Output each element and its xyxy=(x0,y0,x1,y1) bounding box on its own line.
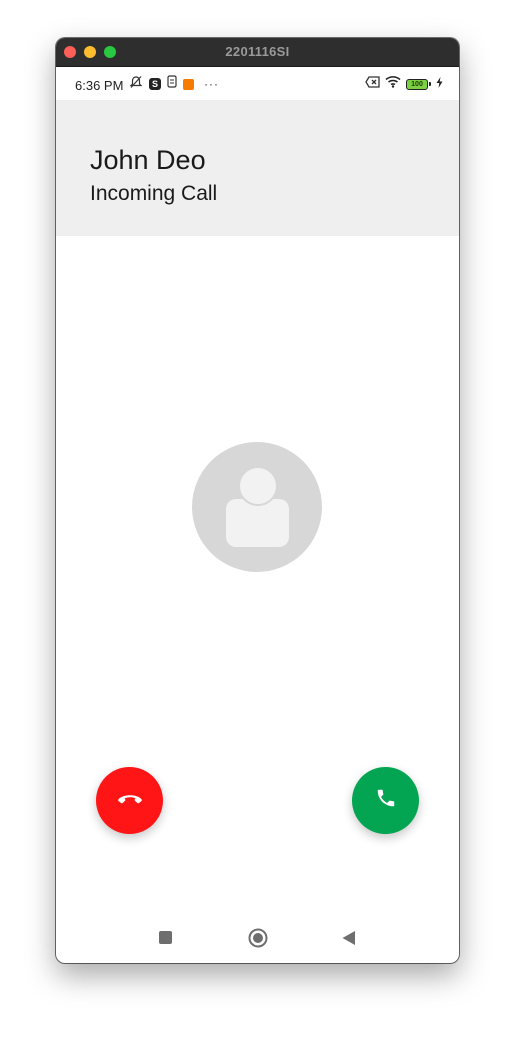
window-title: 2201116SI xyxy=(225,44,290,59)
orange-app-icon xyxy=(183,78,194,90)
battery-icon: 100 xyxy=(406,78,431,90)
home-circle-icon[interactable] xyxy=(248,928,268,948)
avatar-body xyxy=(226,499,289,547)
status-bar: 6:36 PM S ··· 100 xyxy=(56,67,459,100)
status-system-icons: 100 xyxy=(365,75,443,93)
caller-name: John Deo xyxy=(90,145,206,175)
phone-hangup-icon xyxy=(117,791,143,810)
wifi-icon xyxy=(385,75,401,93)
call-header: John Deo Incoming Call xyxy=(56,100,459,236)
recents-square-icon[interactable] xyxy=(159,931,172,944)
status-time: 6:36 PM xyxy=(75,78,124,93)
phone-icon xyxy=(375,787,397,814)
status-notification-icons: S ··· xyxy=(129,75,219,94)
charging-bolt-icon xyxy=(436,75,443,93)
battery-level: 100 xyxy=(411,80,423,88)
back-triangle-icon[interactable] xyxy=(341,930,357,946)
avatar-head xyxy=(238,466,278,506)
device-window: 2201116SI 6:36 PM S ··· 100 John Deo Inc… xyxy=(56,38,459,963)
s-app-icon: S xyxy=(149,78,161,90)
more-notifications-icon: ··· xyxy=(204,77,219,91)
window-titlebar: 2201116SI xyxy=(56,38,459,67)
sim-notification-icon xyxy=(167,75,177,93)
call-status: Incoming Call xyxy=(90,182,218,205)
no-sim-icon xyxy=(365,75,380,93)
caller-avatar xyxy=(192,442,322,572)
mute-vibrate-icon xyxy=(129,75,143,94)
accept-call-button[interactable] xyxy=(352,767,419,834)
navigation-bar xyxy=(56,920,459,956)
decline-call-button[interactable] xyxy=(96,767,163,834)
